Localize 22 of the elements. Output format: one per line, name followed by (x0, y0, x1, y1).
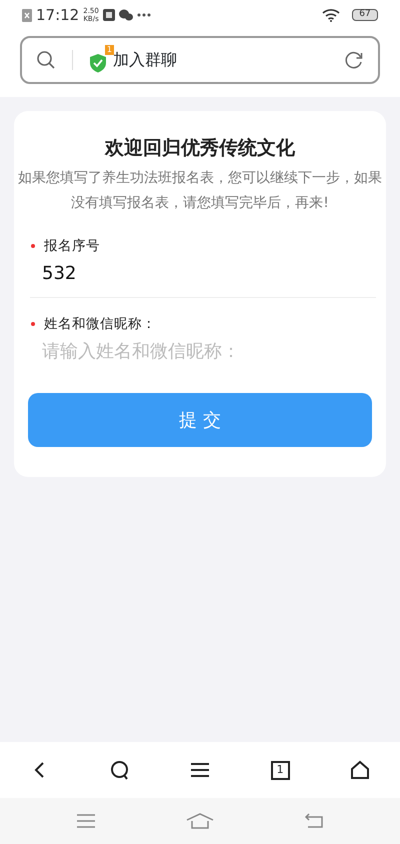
menu-icon[interactable] (190, 760, 210, 780)
home-icon[interactable] (350, 760, 370, 780)
clock-time: 17:12 (36, 4, 80, 26)
page-title: 加入群聊 (113, 49, 177, 71)
input-field[interactable]: 请输入姓名和微信昵称： (34, 334, 380, 370)
sim-icon (22, 8, 32, 22)
shield-icon (89, 52, 107, 73)
refresh-icon[interactable] (344, 50, 364, 70)
chat-icon (118, 9, 133, 21)
input-field[interactable]: 532 (34, 256, 380, 292)
field-label: 姓名和微信昵称： (44, 315, 156, 334)
field-label: 报名序号 (44, 236, 100, 256)
search-icon[interactable] (110, 760, 130, 780)
app-notification-icon (102, 9, 115, 21)
notification-badge: 1 (104, 45, 114, 55)
form-title: 欢迎回归优秀传统文化 (104, 137, 296, 160)
tabs-button[interactable]: 1 (270, 760, 290, 780)
battery-indicator: 67 (352, 9, 378, 21)
wifi-icon (322, 8, 340, 22)
more-icon (136, 13, 151, 17)
search-icon (36, 50, 56, 70)
form-description: 如果您填写了养生功法班报名表，您可以继续下一步，如果没有填写报名表，请您填写完毕后，再来! (18, 168, 382, 213)
